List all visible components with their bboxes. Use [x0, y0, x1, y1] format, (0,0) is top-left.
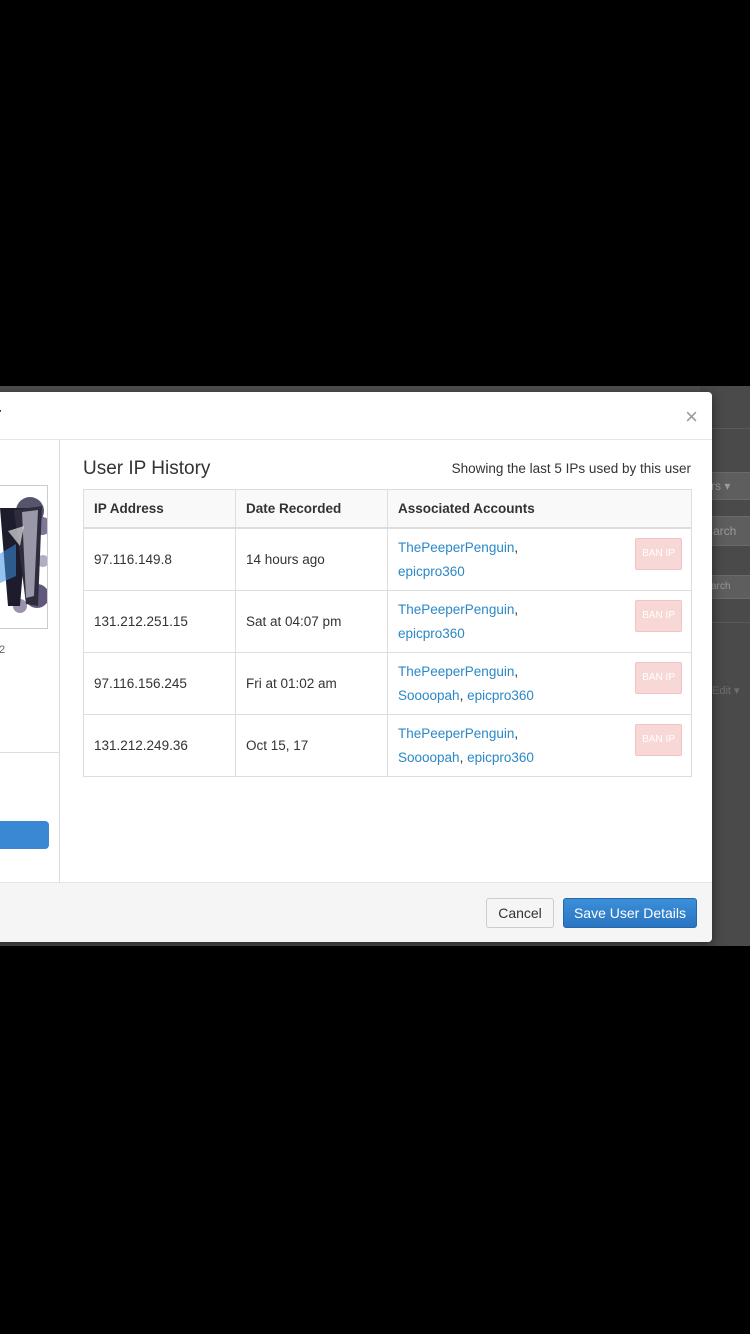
ip-address-cell: 131.212.249.36 — [83, 714, 236, 777]
account-link[interactable]: Soooopah — [398, 750, 460, 765]
account-link[interactable]: ThePeeperPenguin — [398, 726, 514, 741]
profile-caption: 2 — [0, 644, 6, 656]
save-user-details-button[interactable]: Save User Details — [563, 898, 697, 928]
separator: , — [514, 601, 519, 617]
ban-ip-button[interactable]: BAN IP — [635, 538, 682, 570]
modal-title: r — [0, 402, 1, 428]
table-row: 131.212.249.36 Oct 15, 17 ThePeeperPenguin… — [83, 714, 692, 777]
profile-action-button[interactable] — [0, 821, 49, 849]
background-edit-link[interactable]: Edit ▾ — [712, 684, 740, 697]
separator: , — [514, 725, 519, 741]
associated-accounts-cell: ThePeeperPenguin, epicpro360 BAN IP — [387, 590, 692, 653]
caret-down-icon: ▾ — [721, 479, 731, 493]
accounts-list: ThePeeperPenguin, Soooopah, epicpro360 — [398, 660, 618, 708]
ip-history-table: IP Address Date Recorded Associated Acco… — [83, 489, 692, 777]
screen: rs ▾ arch arch Edit ▾ r × — [0, 0, 750, 1334]
account-link[interactable]: Soooopah — [398, 688, 460, 703]
ip-history-panel: User IP History Showing the last 5 IPs u… — [60, 440, 712, 882]
modal-footer: Cancel Save User Details — [0, 882, 712, 942]
ip-history-note: Showing the last 5 IPs used by this user — [451, 461, 691, 476]
avatar-image — [0, 486, 47, 628]
ip-history-title: User IP History — [83, 458, 211, 479]
separator: , — [514, 663, 519, 679]
accounts-list: ThePeeperPenguin, epicpro360 — [398, 598, 618, 646]
date-recorded-cell: Sat at 04:07 pm — [235, 590, 388, 653]
ban-ip-button[interactable]: BAN IP — [635, 662, 682, 694]
account-link[interactable]: ThePeeperPenguin — [398, 664, 514, 679]
ip-address-cell: 131.212.251.15 — [83, 590, 236, 653]
user-modal: r × 2 — [0, 392, 712, 942]
date-recorded-cell: Oct 15, 17 — [235, 714, 388, 777]
close-icon[interactable]: × — [685, 406, 698, 428]
account-link[interactable]: ThePeeperPenguin — [398, 602, 514, 617]
panel-divider — [0, 752, 59, 753]
associated-accounts-cell: ThePeeperPenguin, epicpro360 BAN IP — [387, 527, 692, 591]
ip-address-cell: 97.116.149.8 — [83, 527, 236, 591]
table-row: 97.116.156.245 Fri at 01:02 am ThePeeperPe… — [83, 652, 692, 715]
table-row: 131.212.251.15 Sat at 04:07 pm ThePeeperPe… — [83, 590, 692, 653]
cancel-button[interactable]: Cancel — [486, 898, 554, 928]
date-recorded-cell: 14 hours ago — [235, 527, 388, 591]
accounts-list: ThePeeperPenguin, Soooopah, epicpro360 — [398, 722, 618, 770]
associated-accounts-cell: ThePeeperPenguin, Soooopah, epicpro360 BA… — [387, 652, 692, 715]
accounts-list: ThePeeperPenguin, epicpro360 — [398, 536, 618, 584]
caret-down-icon: ▾ — [730, 685, 740, 697]
date-recorded-cell: Fri at 01:02 am — [235, 652, 388, 715]
ip-address-cell: 97.116.156.245 — [83, 652, 236, 715]
account-link[interactable]: epicpro360 — [398, 564, 465, 579]
ip-history-rows: 97.116.149.8 14 hours ago ThePeeperPenguin… — [83, 527, 692, 777]
user-profile-panel: 2 — [0, 440, 60, 882]
associated-accounts-cell: ThePeeperPenguin, Soooopah, epicpro360 BA… — [387, 714, 692, 777]
separator: , — [514, 539, 519, 555]
column-header-date: Date Recorded — [235, 489, 388, 529]
account-link[interactable]: epicpro360 — [398, 626, 465, 641]
table-row: 97.116.149.8 14 hours ago ThePeeperPenguin… — [83, 527, 692, 591]
ban-ip-button[interactable]: BAN IP — [635, 724, 682, 756]
modal-header: r × — [0, 392, 712, 440]
ban-ip-button[interactable]: BAN IP — [635, 600, 682, 632]
table-header-row: IP Address Date Recorded Associated Acco… — [83, 489, 692, 529]
column-header-accounts: Associated Accounts — [387, 489, 692, 529]
account-link[interactable]: epicpro360 — [467, 750, 534, 765]
separator: , — [459, 749, 468, 765]
account-link[interactable]: epicpro360 — [467, 688, 534, 703]
account-link[interactable]: ThePeeperPenguin — [398, 540, 514, 555]
separator: , — [459, 687, 468, 703]
column-header-ip: IP Address — [83, 489, 236, 529]
user-avatar — [0, 485, 48, 629]
